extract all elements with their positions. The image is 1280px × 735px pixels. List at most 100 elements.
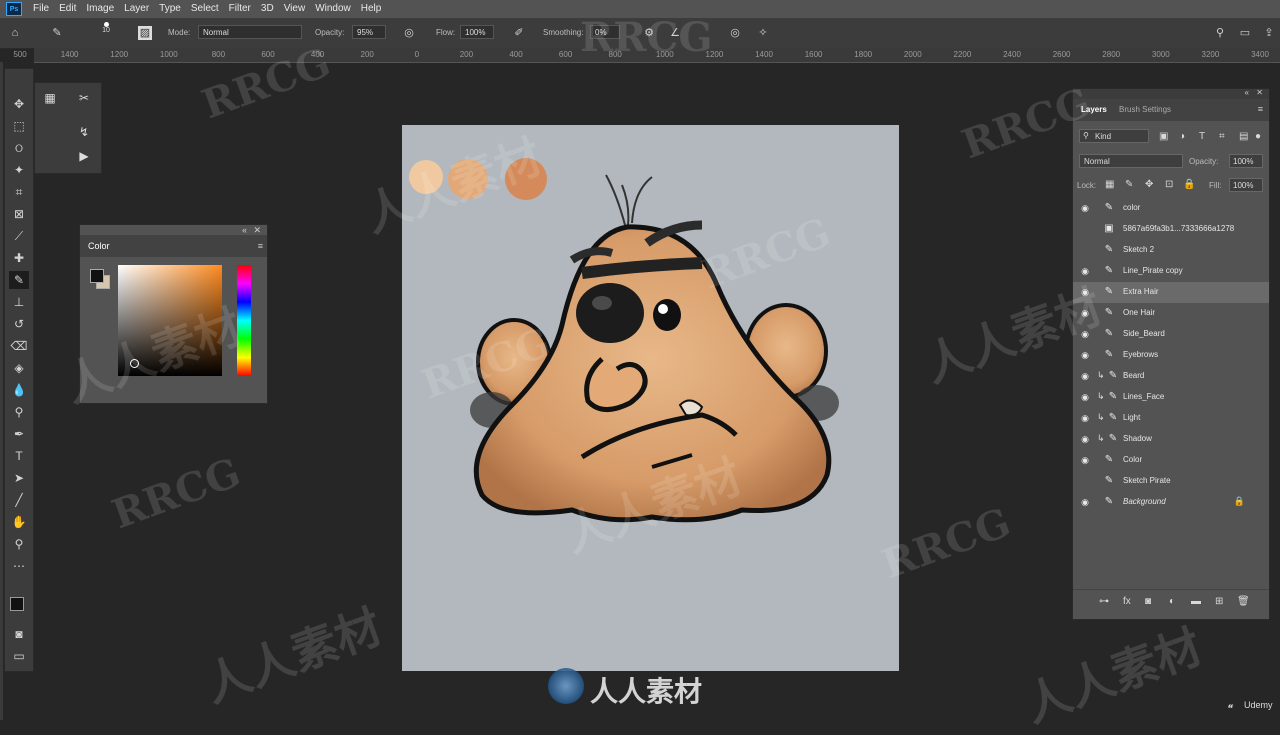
color-field[interactable] [118, 265, 222, 376]
lasso-tool-icon[interactable]: ଠ [9, 139, 29, 157]
delete-layer-icon[interactable]: 🗑 [1237, 596, 1250, 607]
foreground-color-swatch[interactable] [10, 597, 24, 611]
lock-position-icon[interactable]: ✥ [1145, 179, 1153, 190]
menu-image[interactable]: Image [81, 0, 119, 18]
pressure-opacity-icon[interactable]: ◎ [402, 26, 416, 40]
panel-menu-icon[interactable]: ≡ [258, 241, 263, 251]
layer-name[interactable]: Shadow [1123, 434, 1152, 443]
home-icon[interactable]: ⌂ [8, 26, 22, 40]
screen-mode-icon[interactable]: ▭ [9, 647, 29, 665]
pen-tool-icon[interactable]: ✒ [9, 425, 29, 443]
type-tool-icon[interactable]: T [9, 447, 29, 465]
search-icon[interactable]: ⚲ [1213, 26, 1227, 40]
menu-type[interactable]: Type [154, 0, 186, 18]
line-tool-icon[interactable]: ╱ [9, 491, 29, 509]
new-layer-icon[interactable]: ⊞ [1215, 596, 1223, 607]
visibility-off-icon[interactable] [1079, 476, 1091, 486]
lock-artboard-icon[interactable]: ⊡ [1165, 179, 1173, 190]
menu-3d[interactable]: 3D [256, 0, 279, 18]
layer-opacity-input[interactable]: 100% [1229, 154, 1263, 168]
layer-row[interactable]: ◉ ✎ Background 🔒 [1073, 492, 1269, 513]
fill-input[interactable]: 100% [1229, 178, 1263, 192]
layer-style-icon[interactable]: fx [1123, 596, 1131, 607]
visibility-eye-icon[interactable]: ◉ [1079, 287, 1091, 297]
layer-name[interactable]: Lines_Face [1123, 392, 1164, 401]
more-tools-icon[interactable]: ⋯ [9, 557, 29, 575]
angle-icon[interactable]: ∠ [668, 26, 682, 40]
layer-name[interactable]: Extra Hair [1123, 287, 1159, 296]
color-picker-cursor[interactable] [130, 359, 139, 368]
symmetry-icon[interactable]: ✧ [756, 26, 770, 40]
lock-all-icon[interactable]: 🔒 [1183, 179, 1195, 190]
pressure-size-icon[interactable]: ◎ [728, 26, 742, 40]
visibility-eye-icon[interactable]: ◉ [1079, 266, 1091, 276]
color-panel-title[interactable]: Color [88, 241, 110, 251]
layer-row[interactable]: ◉ ↳ ✎ Shadow [1073, 429, 1269, 450]
collapse-icon[interactable]: « [242, 225, 247, 235]
visibility-eye-icon[interactable]: ◉ [1079, 350, 1091, 360]
menu-help[interactable]: Help [356, 0, 387, 18]
layer-row[interactable]: ✎ Sketch Pirate [1073, 471, 1269, 492]
document-canvas[interactable] [402, 125, 899, 671]
tab-brush-settings[interactable]: Brush Settings [1119, 105, 1171, 114]
layer-name[interactable]: Line_Pirate copy [1123, 266, 1183, 275]
filter-toggle-icon[interactable]: ● [1255, 131, 1261, 142]
smoothing-gear-icon[interactable]: ⚙ [642, 26, 656, 40]
layer-name[interactable]: Sketch 2 [1123, 245, 1154, 254]
visibility-eye-icon[interactable]: ◉ [1079, 497, 1091, 507]
visibility-eye-icon[interactable]: ◉ [1079, 434, 1091, 444]
visibility-eye-icon[interactable]: ◉ [1079, 392, 1091, 402]
menu-file[interactable]: File [28, 0, 54, 18]
close-icon[interactable]: ✕ [1256, 88, 1263, 97]
brush-settings-icon[interactable]: ▨ [138, 26, 152, 40]
menu-edit[interactable]: Edit [54, 0, 81, 18]
layer-row[interactable]: ◉ ✎ Extra Hair [1073, 282, 1269, 303]
quick-mask-icon[interactable]: ◙ [9, 625, 29, 643]
layer-row[interactable]: ◉ ✎ Eyebrows [1073, 345, 1269, 366]
flow-input[interactable]: 100% [460, 25, 494, 39]
brush-preset-picker[interactable]: 10 [96, 22, 116, 34]
brush-tool-icon[interactable]: ✎ [50, 26, 64, 40]
brush-tool-icon[interactable]: ✎ [9, 271, 29, 289]
layer-row[interactable]: ◉ ✎ color [1073, 198, 1269, 219]
workspace-icon[interactable]: ▭ [1238, 26, 1252, 40]
visibility-eye-icon[interactable]: ◉ [1079, 413, 1091, 423]
path-selection-icon[interactable]: ➤ [9, 469, 29, 487]
paint-bucket-icon[interactable]: ◈ [9, 359, 29, 377]
eyedropper-icon[interactable]: ⟋ [9, 227, 29, 245]
healing-brush-icon[interactable]: ✚ [9, 249, 29, 267]
layer-name[interactable]: Color [1123, 455, 1142, 464]
layer-row[interactable]: ✎ Sketch 2 [1073, 240, 1269, 261]
layer-name[interactable]: Light [1123, 413, 1140, 422]
new-group-icon[interactable]: ▬ [1191, 596, 1201, 607]
opacity-input[interactable]: 95% [352, 25, 386, 39]
dodge-tool-icon[interactable]: ⚲ [9, 403, 29, 421]
layer-row[interactable]: ◉ ✎ Color [1073, 450, 1269, 471]
airbrush-icon[interactable]: ✐ [512, 26, 526, 40]
mode-select[interactable]: Normal [198, 25, 302, 39]
tab-layers[interactable]: Layers [1081, 105, 1107, 114]
hand-tool-icon[interactable]: ✋ [9, 513, 29, 531]
stamp-tool-icon[interactable]: ⊥ [9, 293, 29, 311]
blend-mode-select[interactable]: Normal [1079, 154, 1183, 168]
share-icon[interactable]: ⇪ [1262, 26, 1276, 40]
visibility-eye-icon[interactable]: ◉ [1079, 371, 1091, 381]
filter-smart-object-icon[interactable]: ▤ [1239, 131, 1248, 142]
blur-tool-icon[interactable]: 💧 [9, 381, 29, 399]
layer-row[interactable]: ▣ 5867a69fa3b1...7333666a1278 [1073, 219, 1269, 240]
menu-layer[interactable]: Layer [119, 0, 154, 18]
smoothing-input[interactable]: 0% [590, 25, 620, 39]
menu-select[interactable]: Select [186, 0, 224, 18]
tool-presets-icon[interactable]: ✂ [75, 91, 93, 107]
visibility-eye-icon[interactable]: ◉ [1079, 203, 1091, 213]
visibility-eye-icon[interactable]: ◉ [1079, 308, 1091, 318]
history-brush-icon[interactable]: ↺ [9, 315, 29, 333]
filter-pixel-icon[interactable]: ▣ [1159, 131, 1168, 142]
adjustment-layer-icon[interactable]: ◐ [1169, 596, 1175, 607]
visibility-eye-icon[interactable]: ◉ [1079, 329, 1091, 339]
history-icon[interactable]: ↯ [75, 125, 93, 141]
layer-row[interactable]: ◉ ✎ One Hair [1073, 303, 1269, 324]
layer-name[interactable]: 5867a69fa3b1...7333666a1278 [1123, 224, 1234, 233]
layer-name[interactable]: One Hair [1123, 308, 1155, 317]
layer-name[interactable]: Background [1123, 497, 1166, 506]
